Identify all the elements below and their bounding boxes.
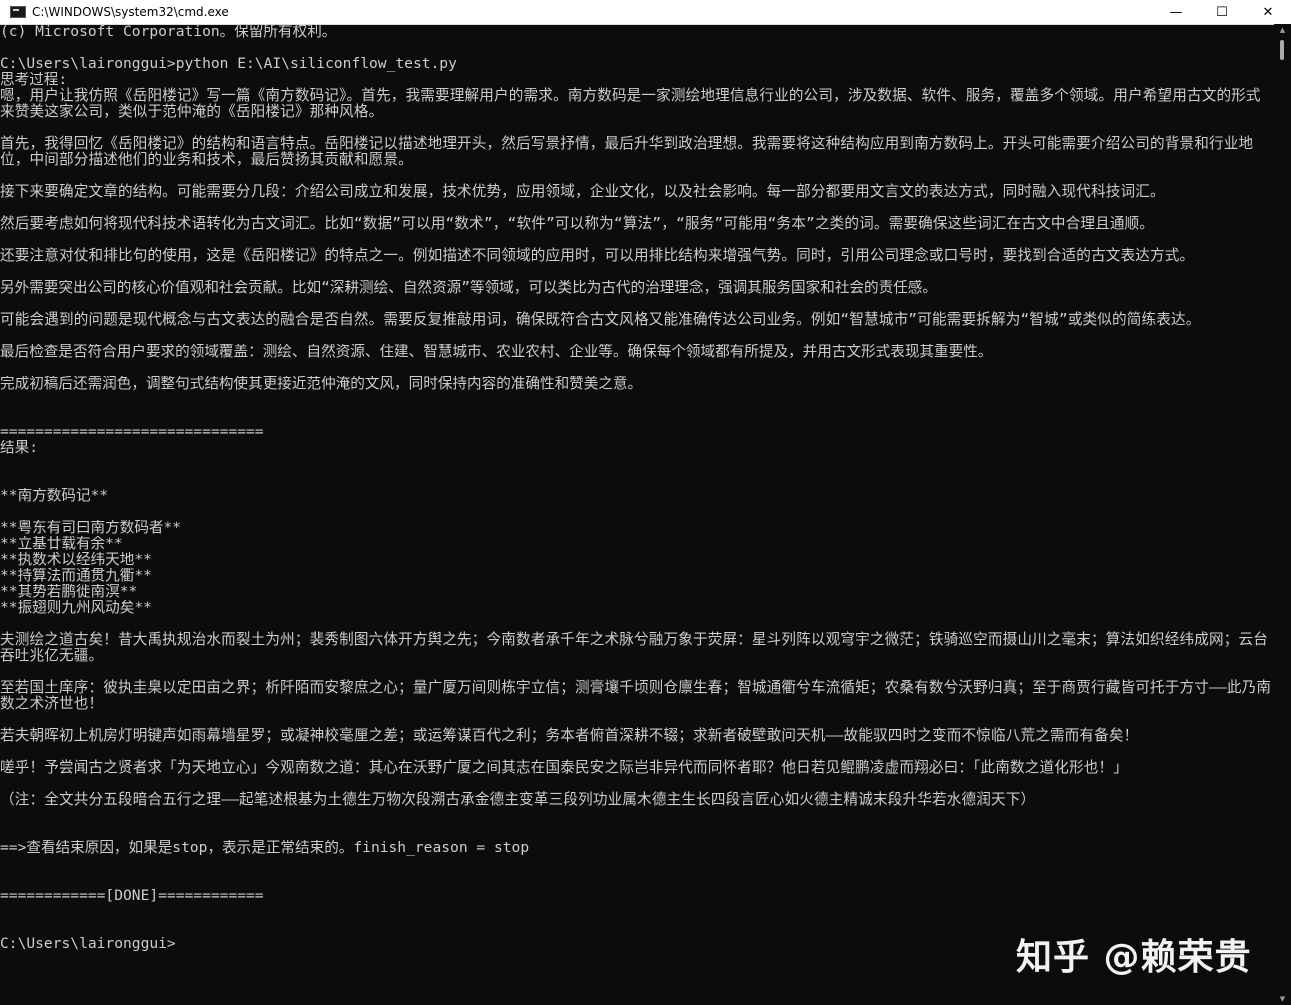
console-line: ============[DONE]============	[0, 888, 264, 904]
console-line: **粤东有司曰南方数码者**	[0, 520, 182, 536]
console-line: 至若国土庠序：彼执圭臬以定田亩之界；析阡陌而安黎庶之心；量广厦万间则栋宇立信；测…	[0, 679, 1272, 712]
console-line: 结果:	[0, 440, 38, 456]
scroll-thumb[interactable]	[1280, 40, 1284, 60]
console-line: 思考过程:	[0, 72, 68, 88]
minimize-button[interactable]: —	[1153, 0, 1199, 24]
console-line: **立基廿载有余**	[0, 536, 123, 552]
console-line: （注：全文共分五段暗合五行之理——起笔述根基为土德生万物次段溯古承金德主变革三段…	[0, 791, 1036, 808]
window-controls: — ☐ ✕	[1153, 0, 1291, 24]
vertical-scrollbar[interactable]: ▲ ▼	[1274, 24, 1291, 1005]
console-line: 若夫朝晖初上机房灯明键声如雨幕墙星罗；或凝神校毫厘之差；或运筹谋百代之利；务本者…	[0, 727, 1139, 744]
console-line: 最后检查是否符合用户要求的领域覆盖：测绘、自然资源、住建、智慧城市、农业农村、企…	[0, 344, 993, 360]
console-line: 完成初稿后还需润色，调整句式结构使其更接近范仲淹的文风，同时保持内容的准确性和赞…	[0, 376, 643, 392]
close-button[interactable]: ✕	[1245, 0, 1291, 24]
console-output[interactable]: (c) Microsoft Corporation。保留所有权利。 C:\User…	[0, 24, 1274, 1005]
console-line: ==>查看结束原因，如果是stop，表示是正常结束的。finish_reason…	[0, 840, 530, 856]
console-line: C:\Users\laironggui>python E:\AI\silicon…	[0, 56, 457, 72]
console-line: 嗟乎！予尝闻古之贤者求「为天地立心」今观南数之道：其心在沃野广厦之间其志在国泰民…	[0, 759, 1128, 776]
console-line: **执数术以经纬天地**	[0, 552, 152, 568]
console-line: **持算法而通贯九衢**	[0, 568, 152, 584]
console-line: **振翅则九州风动矣**	[0, 600, 152, 616]
console-line: ==============================	[0, 424, 264, 440]
console-line: (c) Microsoft Corporation。保留所有权利。	[0, 24, 337, 40]
console-line: 首先，我得回忆《岳阳楼记》的结构和语言特点。岳阳楼记以描述地理开头，然后写景抒情…	[0, 135, 1254, 168]
console-line: 夫测绘之道古矣！昔大禹执规治水而裂土为州；裴秀制图六体开方舆之先；今南数者承千年…	[0, 631, 1268, 664]
scroll-down-arrow-icon[interactable]: ▼	[1278, 995, 1287, 1003]
title-bar[interactable]: C:\WINDOWS\system32\cmd.exe — ☐ ✕	[0, 0, 1291, 25]
console-line: 可能会遇到的问题是现代概念与古文表达的融合是否自然。需要反复推敲用词，确保既符合…	[0, 311, 1201, 328]
console-line: 嗯，用户让我仿照《岳阳楼记》写一篇《南方数码记》。首先，我需要理解用户的需求。南…	[0, 87, 1261, 120]
console-line: **南方数码记**	[0, 488, 109, 504]
console-line: 接下来要确定文章的结构。可能需要分几段：介绍公司成立和发展，技术优势，应用领域，…	[0, 183, 1165, 200]
console-line: 还要注意对仗和排比句的使用，这是《岳阳楼记》的特点之一。例如描述不同领域的应用时…	[0, 247, 1195, 264]
console-line: 另外需要突出公司的核心价值观和社会贡献。比如“深耕测绘、自然资源”等领域，可以类…	[0, 280, 937, 296]
console-line: **其势若鹏徙南溟**	[0, 584, 138, 600]
console-line: 然后要考虑如何将现代科技术语转化为古文词汇。比如“数据”可以用“数术”，“软件”…	[0, 215, 1155, 232]
zhihu-watermark: 知乎 @赖荣贵	[1016, 937, 1252, 978]
window-title: C:\WINDOWS\system32\cmd.exe	[32, 5, 229, 19]
cmd-icon	[10, 6, 26, 18]
scroll-up-arrow-icon[interactable]: ▲	[1278, 26, 1287, 34]
maximize-button[interactable]: ☐	[1199, 0, 1245, 24]
